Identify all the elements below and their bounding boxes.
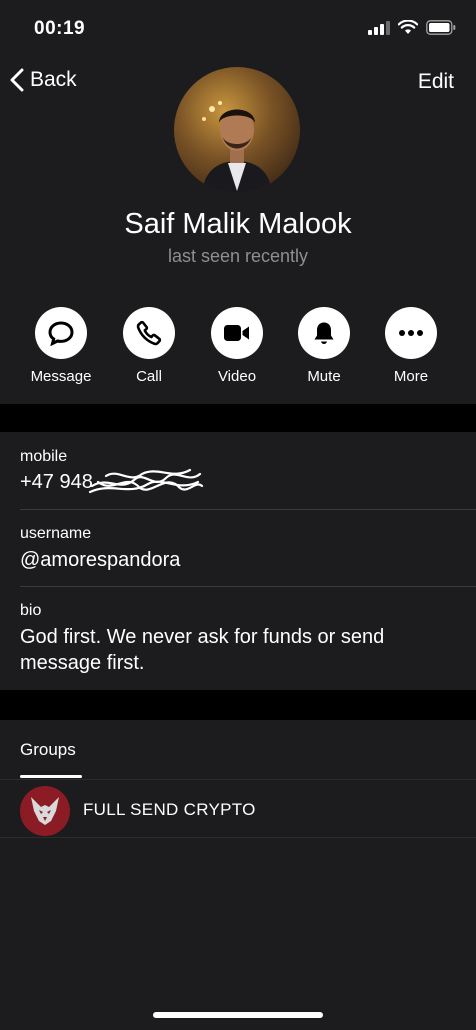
wifi-icon bbox=[398, 20, 418, 34]
status-time: 00:19 bbox=[34, 18, 86, 39]
group-list-item[interactable]: FULL SEND CRYPTO bbox=[0, 782, 476, 836]
video-action-label: Video bbox=[217, 368, 257, 385]
profile-avatar[interactable] bbox=[174, 67, 300, 193]
tab-groups[interactable]: Groups bbox=[20, 740, 76, 760]
section-separator bbox=[0, 690, 476, 720]
signal-icon bbox=[368, 20, 390, 35]
bio-line-1: God first. We never ask for funds or sen… bbox=[20, 626, 385, 648]
bio-line-2: message first. bbox=[20, 652, 145, 674]
video-icon bbox=[224, 325, 249, 341]
divider bbox=[20, 586, 476, 587]
back-label: Back bbox=[30, 68, 77, 91]
message-action-label: Message bbox=[30, 368, 92, 385]
status-icons bbox=[368, 20, 456, 35]
profile-name: Saif Malik Malook bbox=[124, 208, 352, 240]
home-indicator[interactable] bbox=[153, 1012, 323, 1018]
call-action-label: Call bbox=[136, 368, 162, 385]
list-divider bbox=[0, 837, 476, 838]
username-label: username bbox=[20, 525, 92, 542]
contact-info-section: mobile +47 948 username @amorespandora b… bbox=[0, 432, 476, 690]
mobile-value: +47 948 bbox=[20, 471, 93, 493]
wolf-logo-icon bbox=[31, 797, 59, 825]
more-icon bbox=[399, 330, 423, 336]
more-action-label: More bbox=[393, 368, 429, 385]
tab-active-indicator bbox=[20, 775, 82, 778]
phone-icon bbox=[136, 320, 162, 346]
username-value[interactable]: @amorespandora bbox=[20, 549, 180, 572]
divider bbox=[20, 509, 476, 510]
mobile-label: mobile bbox=[20, 448, 68, 465]
group-name: FULL SEND CRYPTO bbox=[83, 800, 256, 819]
section-separator bbox=[0, 404, 476, 432]
profile-status: last seen recently bbox=[167, 246, 309, 266]
message-action-button[interactable]: Message bbox=[16, 307, 106, 385]
bio-label: bio bbox=[20, 602, 42, 619]
message-icon bbox=[48, 321, 74, 346]
mute-action-button[interactable]: Mute bbox=[279, 307, 369, 385]
edit-button[interactable]: Edit bbox=[418, 70, 454, 94]
action-row: Message Call Video Mute More bbox=[0, 307, 476, 397]
status-bar: 00:19 bbox=[0, 0, 476, 56]
mobile-row[interactable]: +47 948 bbox=[20, 468, 220, 498]
more-action-button[interactable]: More bbox=[366, 307, 456, 385]
mute-action-label: Mute bbox=[307, 368, 341, 385]
groups-section: Groups FULL SEND CRYPTO bbox=[0, 720, 476, 1030]
group-avatar bbox=[20, 786, 70, 836]
video-action-button[interactable]: Video bbox=[192, 307, 282, 385]
bell-icon bbox=[314, 322, 334, 344]
tab-bar-divider bbox=[0, 779, 476, 780]
redaction-scribble bbox=[88, 468, 204, 494]
battery-icon bbox=[426, 20, 456, 35]
call-action-button[interactable]: Call bbox=[104, 307, 194, 385]
chevron-left-icon bbox=[10, 68, 24, 92]
back-button[interactable]: Back bbox=[10, 68, 77, 92]
